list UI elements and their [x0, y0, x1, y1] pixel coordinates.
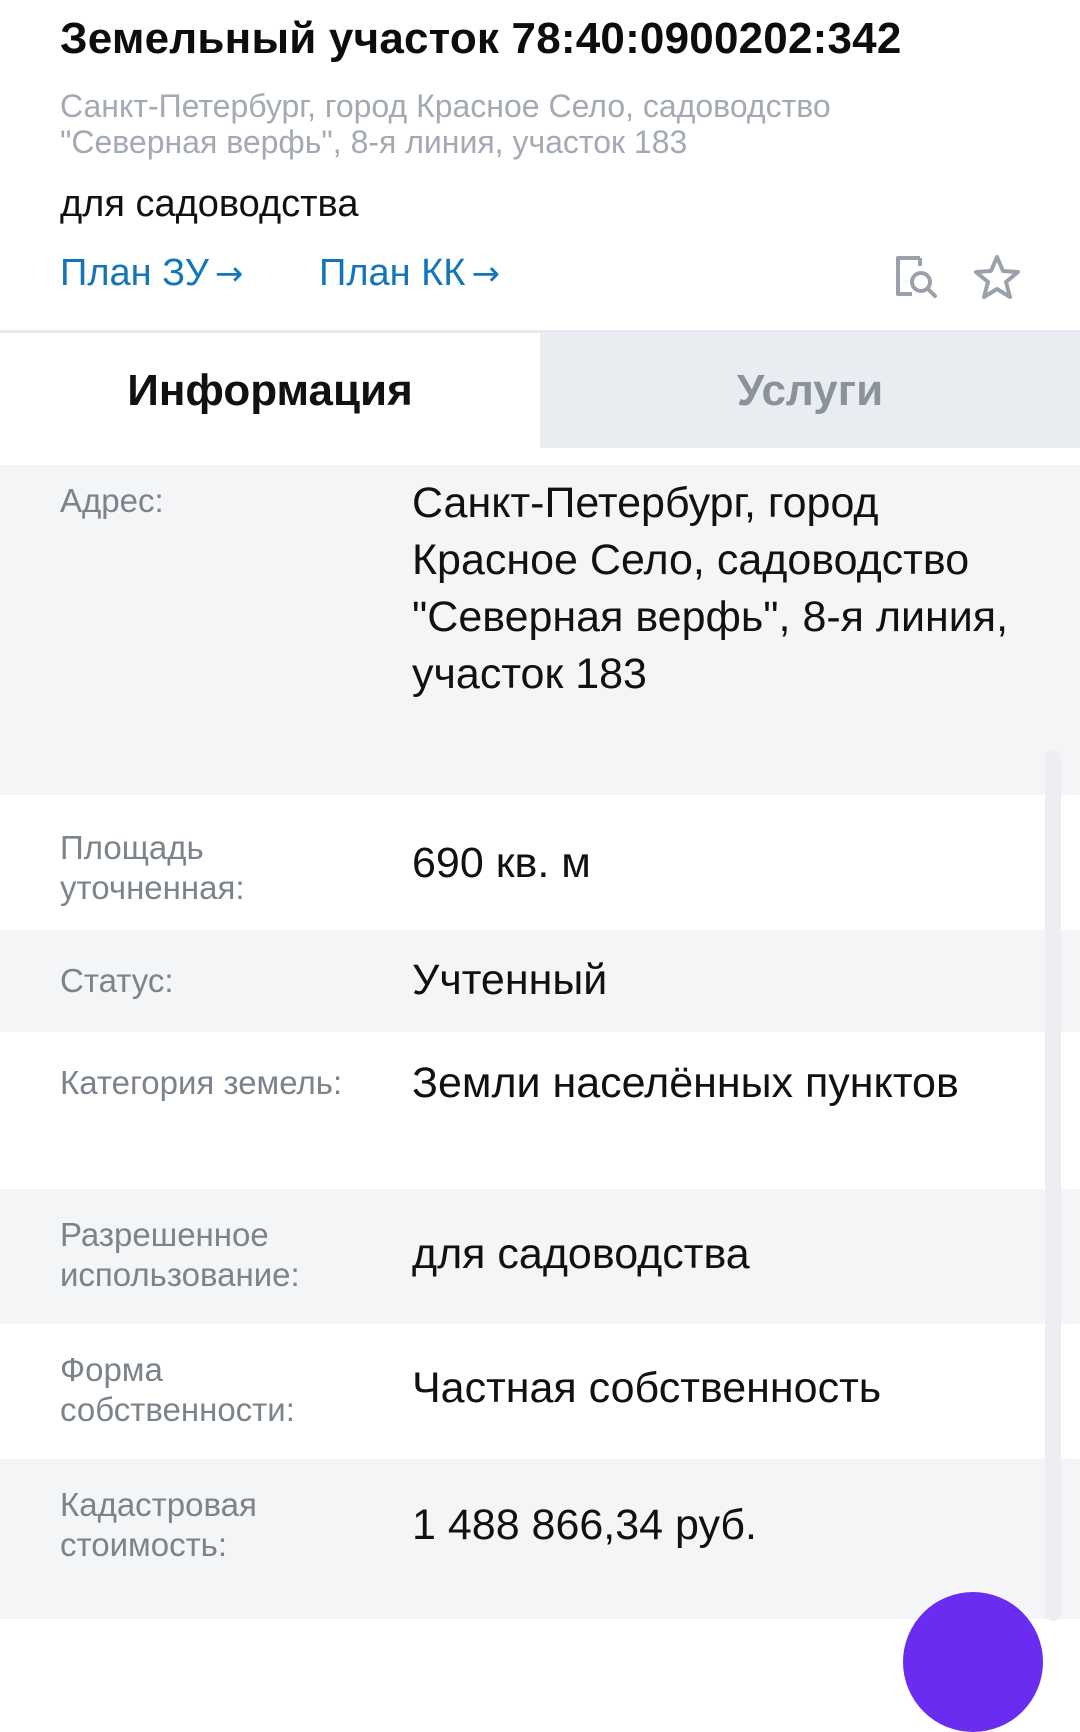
detail-value: для садоводства — [412, 1230, 750, 1278]
property-header: Земельный участок 78:40:0900202:342 Санк… — [0, 0, 1080, 330]
detail-row-address: Адрес: Санкт-Петербург, город Красное Се… — [0, 465, 1080, 795]
document-search-icon — [896, 256, 937, 298]
detail-label: Кадастровая стоимость: — [60, 1486, 257, 1563]
arrow-right-icon: → — [214, 254, 244, 294]
plan-zu-label: План ЗУ — [60, 252, 209, 294]
detail-row-area: Площадь уточненная: 690 кв. м — [0, 795, 1080, 930]
detail-value: Санкт-Петербург, город Красное Село, сад… — [412, 479, 1009, 698]
tab-information[interactable]: Информация — [0, 333, 540, 448]
floating-action-button[interactable] — [903, 1592, 1043, 1732]
detail-row-status: Статус: Учтенный — [0, 930, 1080, 1032]
tab-services[interactable]: Услуги — [540, 333, 1080, 448]
arrow-right-icon: → — [471, 254, 500, 294]
detail-label: Форма собственности: — [60, 1351, 295, 1428]
detail-label: Разрешенное использование: — [60, 1216, 300, 1293]
detail-label: Категория земель: — [60, 1064, 343, 1101]
detail-value: 690 кв. м — [412, 839, 591, 887]
document-search-button[interactable] — [888, 250, 942, 304]
page-title: Земельный участок 78:40:0900202:342 — [60, 14, 902, 63]
detail-value: Земли населённых пунктов — [412, 1059, 959, 1107]
details-list: Адрес: Санкт-Петербург, город Красное Се… — [0, 465, 1080, 1619]
detail-row-land-category: Категория земель: Земли населённых пункт… — [0, 1032, 1080, 1189]
detail-row-ownership: Форма собственности: Частная собственнос… — [0, 1324, 1080, 1459]
favorite-button[interactable] — [970, 250, 1024, 304]
scrollbar[interactable] — [1045, 750, 1061, 1621]
detail-label: Адрес: — [60, 482, 164, 519]
detail-label: Статус: — [60, 962, 174, 999]
detail-row-permitted-use: Разрешенное использование: для садоводст… — [0, 1189, 1080, 1324]
detail-value: Частная собственность — [412, 1364, 882, 1412]
address-subtitle: Санкт-Петербург, город Красное Село, сад… — [60, 88, 831, 160]
tab-bar: Информация Услуги — [0, 330, 1080, 448]
detail-label: Площадь уточненная: — [60, 829, 245, 906]
detail-value: Учтенный — [412, 956, 608, 1004]
star-icon — [974, 255, 1020, 299]
plan-kk-label: План КК — [319, 252, 466, 294]
detail-row-cadastral-value: Кадастровая стоимость: 1 488 866,34 руб. — [0, 1459, 1080, 1619]
detail-value: 1 488 866,34 руб. — [412, 1501, 758, 1549]
purpose-text: для садоводства — [60, 183, 359, 225]
plan-kk-link[interactable]: План КК → — [319, 252, 500, 295]
plan-zu-link[interactable]: План ЗУ → — [60, 252, 243, 295]
